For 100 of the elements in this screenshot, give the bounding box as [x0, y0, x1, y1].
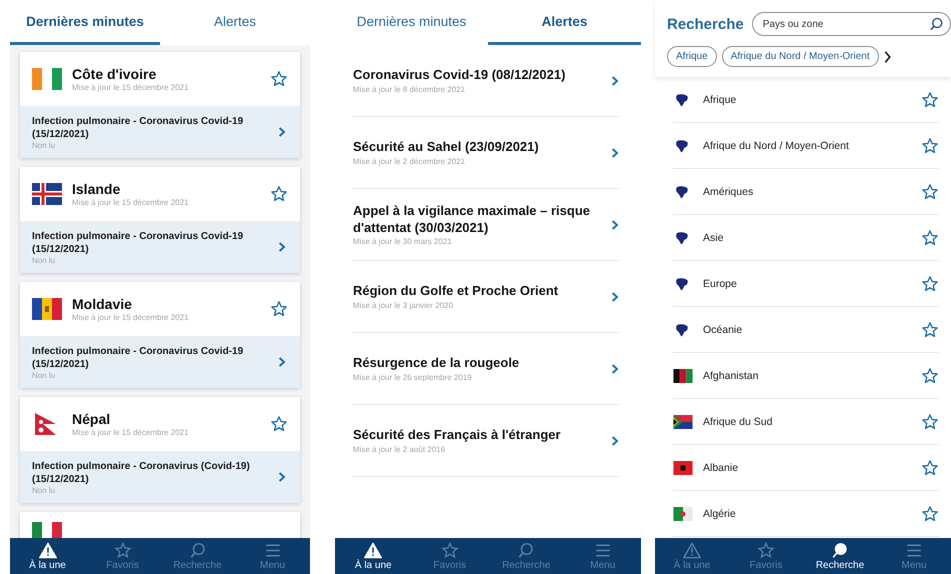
search-icon	[517, 542, 536, 558]
chevron-icon	[611, 362, 619, 374]
star-icon	[114, 542, 132, 558]
alert-item[interactable]: Résurgence de la rougeole Mise à jour le 26 septembre 2019	[353, 333, 619, 405]
flag-icon	[673, 368, 693, 382]
alert-title: Infection pulmonaire - Coronavirus Covid-19 (15/12/2021)	[32, 114, 244, 140]
star-icon[interactable]	[921, 228, 939, 246]
flag-icon	[32, 68, 62, 90]
star-icon[interactable]	[921, 366, 939, 384]
star-icon[interactable]	[270, 70, 288, 88]
update-date: Mise à jour le 3 janvier 2020	[353, 300, 454, 310]
read-status: Non lu	[32, 370, 56, 380]
menu-icon	[264, 542, 282, 558]
flag-icon	[32, 183, 62, 205]
star-icon[interactable]	[921, 412, 939, 430]
filter-chip[interactable]: Afrique du Nord / Moyen-Orient	[722, 46, 879, 67]
star-icon[interactable]	[270, 415, 288, 433]
result-name: Afrique du Sud	[703, 416, 774, 428]
result-item[interactable]: Asie	[673, 215, 939, 261]
result-name: Algérie	[703, 508, 737, 520]
star-icon[interactable]	[921, 90, 939, 108]
warning-icon	[364, 542, 382, 558]
alert-row[interactable]: Infection pulmonaire - Coronavirus Covid-19 (15/12/2021) Non lu	[20, 106, 300, 158]
alert-row[interactable]: Infection pulmonaire - Coronavirus (Covid-19) (15/12/2021) Non lu	[20, 451, 300, 503]
chevron-icon	[278, 356, 286, 368]
alert-title: Infection pulmonaire - Coronavirus Covid-19 (15/12/2021)	[32, 230, 244, 256]
update-date: Mise à jour le 15 décembre 2021	[72, 428, 190, 437]
result-item[interactable]: Afghanistan	[673, 353, 939, 399]
result-item[interactable]: Albanie	[673, 445, 939, 491]
alert-row[interactable]: Infection pulmonaire - Coronavirus Covid-19 (15/12/2021) Non lu	[20, 221, 300, 273]
search-icon	[188, 542, 206, 558]
chevron-icon	[611, 74, 619, 86]
country-name: Côte d'ivoire	[72, 66, 158, 82]
alert-item[interactable]: Appel à la vigilance maximale – risque d'attentat (30/03/2021) Mise à jour le 30 mars 2021	[353, 189, 619, 261]
flag-icon	[32, 298, 62, 320]
star-icon[interactable]	[921, 458, 939, 476]
alert-title: Sécurité des Français à l'étranger	[353, 427, 562, 444]
chevron-icon[interactable]	[884, 50, 891, 64]
search-icon	[831, 542, 849, 558]
country-name: Moldavie	[72, 296, 133, 312]
update-date: Mise à jour le 15 décembre 2021	[72, 198, 190, 207]
star-icon[interactable]	[921, 320, 939, 338]
alert-row[interactable]: Infection pulmonaire - Coronavirus Covid-19 (15/12/2021) Non lu	[20, 336, 300, 388]
chevron-icon	[611, 146, 619, 158]
alert-item[interactable]: Sécurité au Sahel (23/09/2021) Mise à jour le 2 décembre 2021	[353, 117, 619, 189]
result-item[interactable]: Europe	[673, 261, 939, 307]
star-icon	[440, 542, 459, 558]
page-title: Recherche	[667, 16, 744, 32]
chevron-icon	[611, 290, 619, 302]
filter-chip[interactable]: Afrique	[667, 46, 717, 67]
star-icon[interactable]	[921, 182, 939, 200]
flag-icon	[32, 522, 62, 538]
result-name: Europe	[703, 278, 738, 290]
alert-item[interactable]: Coronavirus Covid-19 (08/12/2021) Mise à jour le 8 décembre 2021	[353, 45, 619, 117]
star-icon[interactable]	[921, 274, 939, 292]
warning-icon	[683, 542, 701, 558]
update-date: Mise à jour le 2 décembre 2021	[353, 156, 466, 166]
result-name: Amériques	[703, 186, 754, 198]
chevron-icon	[278, 126, 286, 138]
result-item[interactable]: Amériques	[673, 169, 939, 215]
result-name: Asie	[703, 232, 724, 244]
result-name: Albanie	[703, 462, 740, 474]
result-name: Afrique du Nord / Moyen-Orient	[703, 140, 850, 152]
alert-item[interactable]: Région du Golfe et Proche Orient Mise à jour le 3 janvier 2020	[353, 261, 619, 333]
search-icon	[929, 16, 944, 32]
menu-icon	[594, 542, 612, 558]
read-status: Non lu	[32, 256, 56, 264]
result-name: Afrique	[703, 94, 738, 106]
flag-icon	[673, 414, 693, 428]
result-item[interactable]: Afrique	[673, 77, 939, 123]
result-item[interactable]: Afrique du Sud	[673, 399, 939, 445]
update-date: Mise à jour le 15 décembre 2021	[72, 83, 190, 92]
country-name: Islande	[72, 181, 122, 197]
result-item[interactable]: Algérie	[673, 491, 939, 537]
chevron-icon	[611, 434, 619, 446]
alert-title: Région du Golfe et Proche Orient	[353, 283, 560, 300]
update-date: Mise à jour le 2 août 2016	[353, 444, 446, 454]
star-icon[interactable]	[921, 504, 939, 522]
chevron-icon	[278, 471, 286, 483]
alert-title: Résurgence de la rougeole	[353, 355, 520, 372]
update-date: Mise à jour le 30 mars 2021	[353, 237, 453, 246]
star-icon[interactable]	[921, 136, 939, 154]
star-icon[interactable]	[270, 300, 288, 318]
flag-icon	[673, 460, 693, 474]
search-field[interactable]: Pays ou zone	[752, 12, 951, 36]
flag-icon	[673, 506, 693, 520]
star-icon[interactable]	[270, 185, 288, 203]
read-status: Non lu	[32, 486, 56, 494]
country-name: Népal	[72, 411, 112, 427]
alert-title: Infection pulmonaire - Coronavirus (Covid-19) (15/12/2021)	[32, 460, 251, 486]
alert-item[interactable]: Sécurité des Français à l'étranger Mise à jour le 2 août 2016	[353, 405, 619, 477]
update-date: Mise à jour le 26 septembre 2019	[353, 372, 473, 382]
alert-title: Infection pulmonaire - Coronavirus Covid-19 (15/12/2021)	[32, 344, 244, 370]
alert-title: Sécurité au Sahel (23/09/2021)	[353, 139, 540, 156]
result-item[interactable]: Afrique du Nord / Moyen-Orient	[673, 123, 939, 169]
result-name: Océanie	[703, 324, 744, 336]
warning-icon	[38, 542, 56, 558]
alert-title: Coronavirus Covid-19 (08/12/2021)	[353, 67, 566, 84]
result-item[interactable]: Océanie	[673, 307, 939, 353]
chevron-icon	[611, 218, 619, 230]
